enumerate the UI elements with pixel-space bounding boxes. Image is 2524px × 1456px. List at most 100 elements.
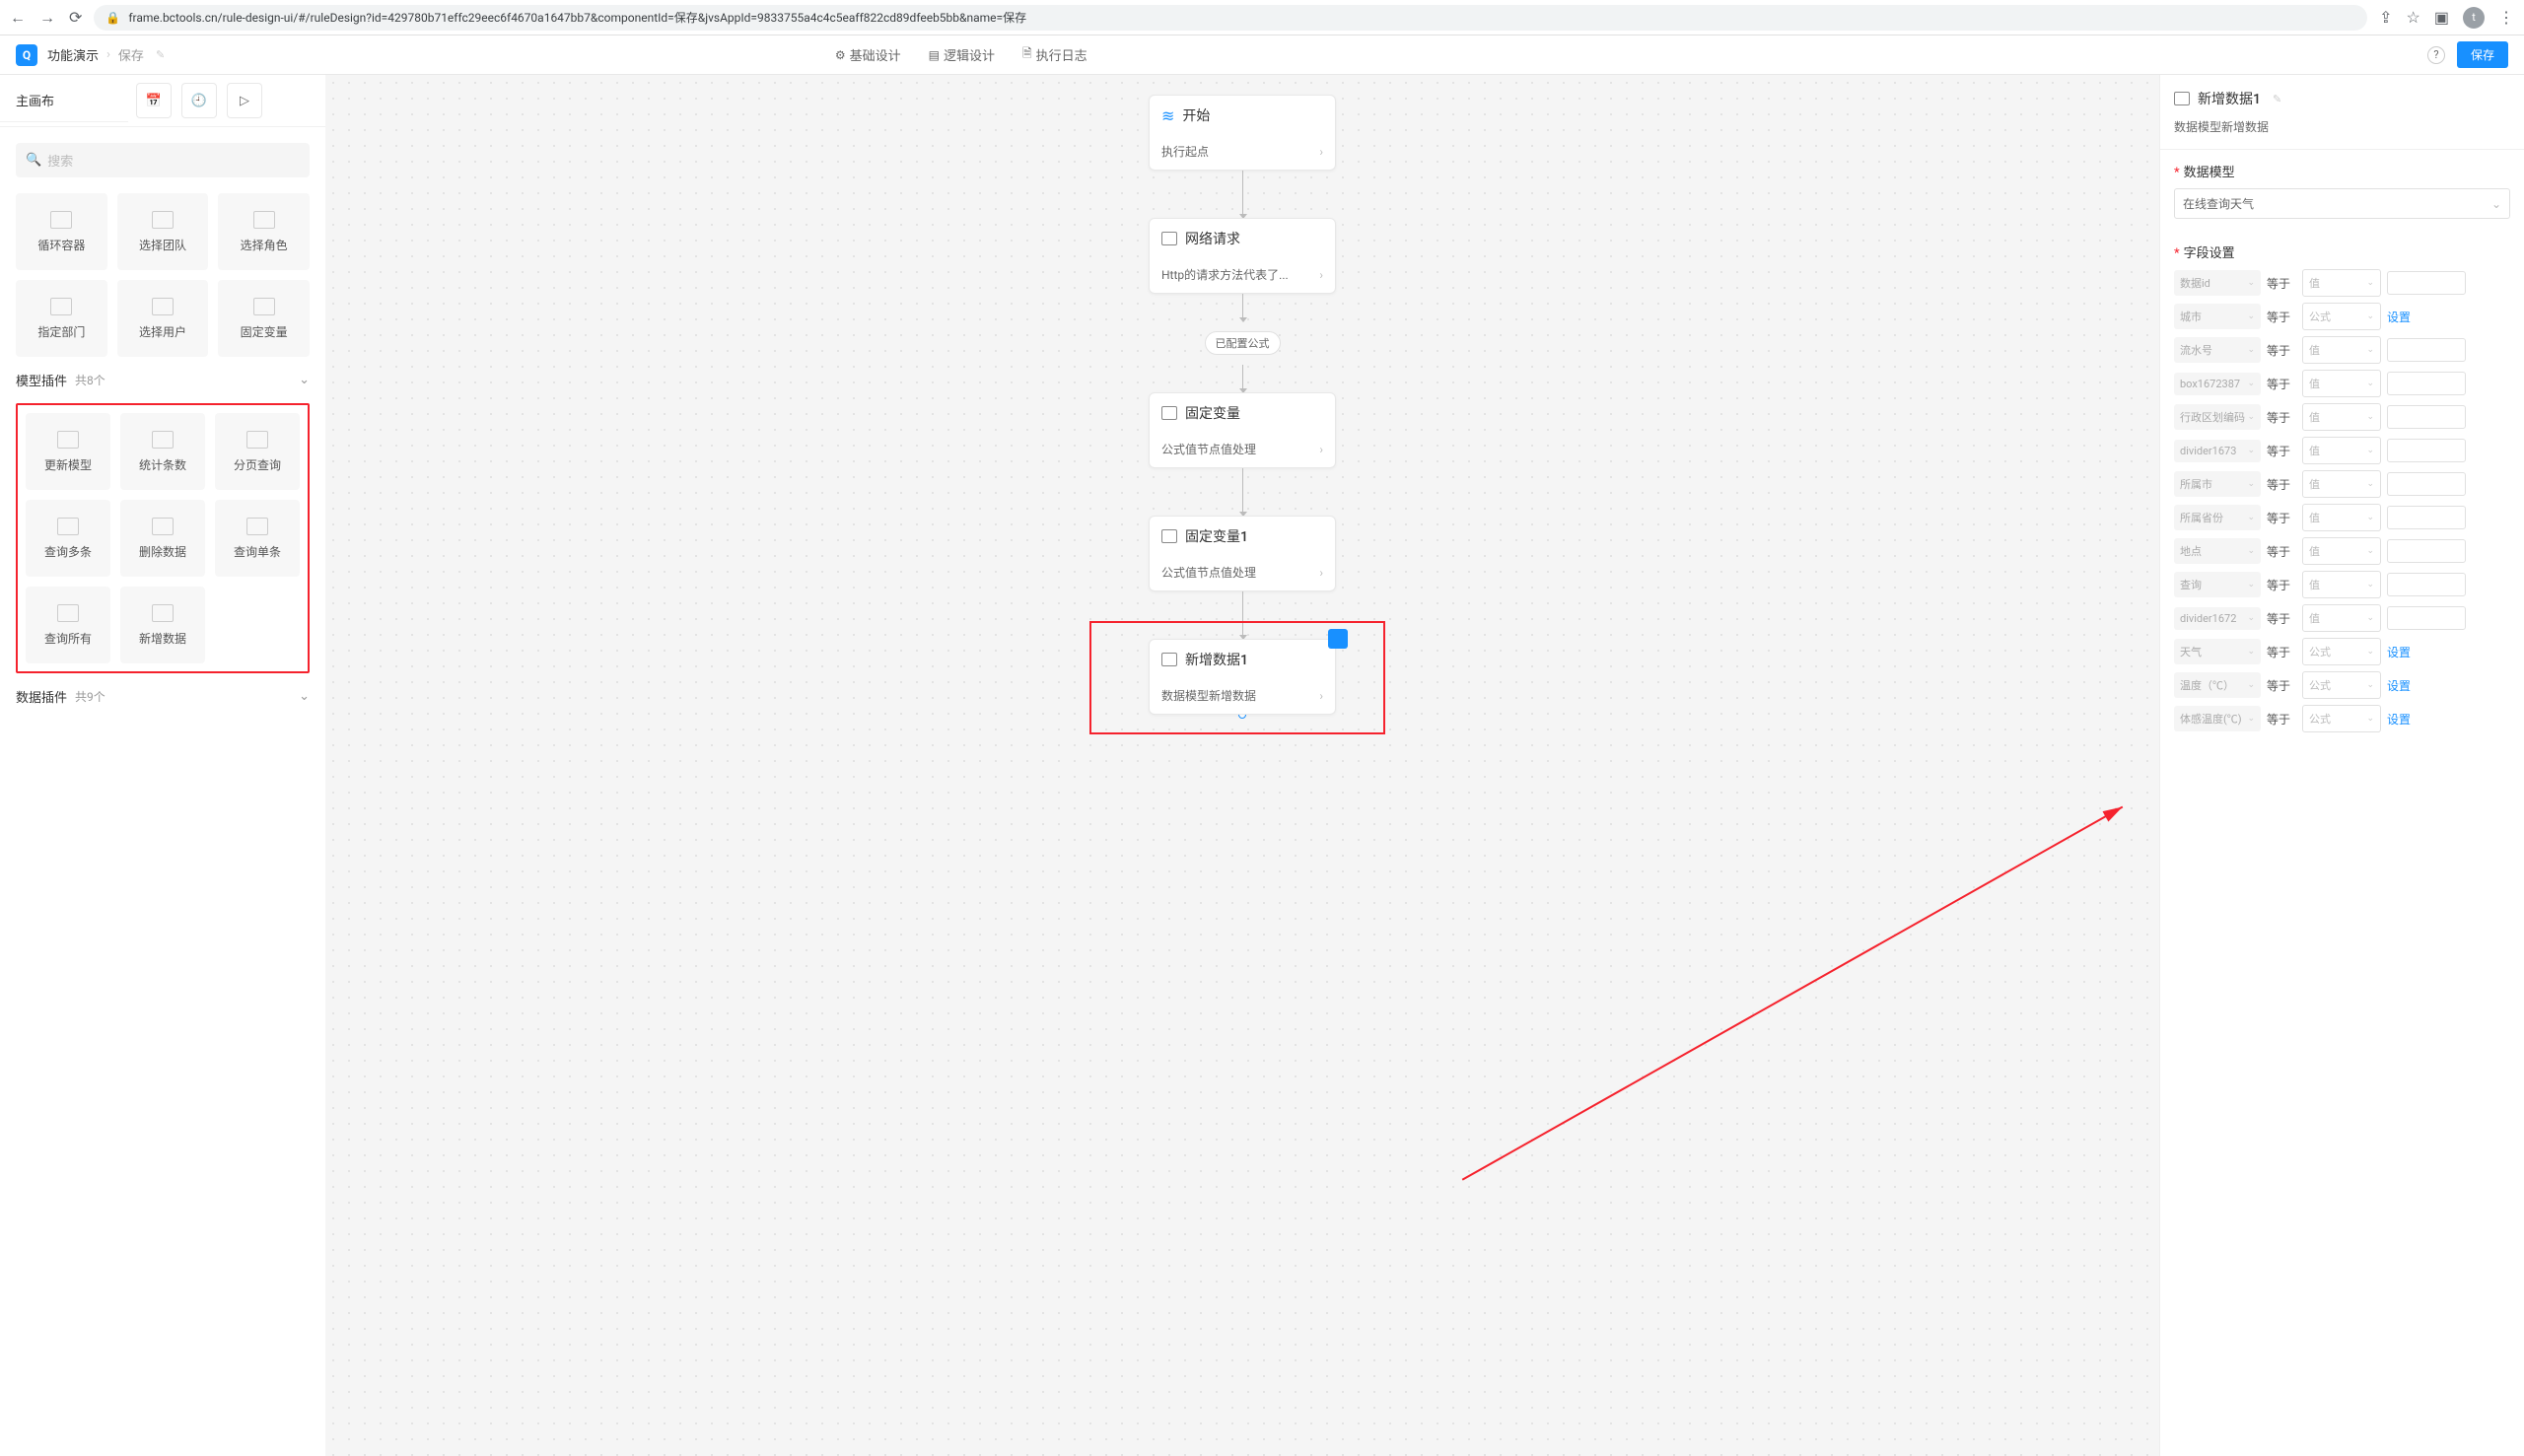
field-row: 城市⌄等于公式⌄设置: [2174, 303, 2510, 330]
field-extra-input[interactable]: [2387, 338, 2466, 362]
set-link[interactable]: 设置: [2387, 711, 2411, 728]
palette-item[interactable]: 选择角色: [218, 193, 310, 270]
field-extra-input[interactable]: [2387, 573, 2466, 596]
formula-chip[interactable]: 已配置公式: [1205, 331, 1281, 355]
tool-calendar-icon[interactable]: 📅: [136, 83, 172, 118]
palette-item[interactable]: 新增数据: [120, 587, 205, 663]
field-value-select[interactable]: 值⌄: [2302, 269, 2381, 297]
field-name-select[interactable]: divider1672⌄: [2174, 607, 2261, 630]
section-data[interactable]: 数据插件 共9个 ⌄: [16, 673, 310, 716]
field-value-select[interactable]: 公式⌄: [2302, 303, 2381, 330]
field-name-select[interactable]: divider1673⌄: [2174, 440, 2261, 462]
star-icon[interactable]: ☆: [2407, 8, 2420, 27]
block-icon: [1161, 653, 1177, 666]
field-value-select[interactable]: 值⌄: [2302, 571, 2381, 598]
section-model[interactable]: 模型插件 共8个 ⌄: [16, 357, 310, 399]
field-value-select[interactable]: 值⌄: [2302, 437, 2381, 464]
flow-node[interactable]: 新增数据1数据模型新增数据›: [1149, 639, 1336, 715]
field-value-select[interactable]: 值⌄: [2302, 504, 2381, 531]
palette-item[interactable]: 查询单条: [215, 500, 300, 577]
field-value-select[interactable]: 值⌄: [2302, 336, 2381, 364]
palette-item[interactable]: 删除数据: [120, 500, 205, 577]
set-link[interactable]: 设置: [2387, 309, 2411, 325]
set-link[interactable]: 设置: [2387, 644, 2411, 660]
field-name-select[interactable]: 查询⌄: [2174, 572, 2261, 597]
canvas[interactable]: ≋开始执行起点› 网络请求Http的请求方法代表了...› 已配置公式固定变量公式值…: [325, 75, 2159, 1456]
field-value-select[interactable]: 值⌄: [2302, 370, 2381, 397]
field-name-select[interactable]: 地点⌄: [2174, 538, 2261, 564]
set-link[interactable]: 设置: [2387, 677, 2411, 694]
tab-basic[interactable]: ⚙基础设计: [835, 44, 901, 65]
palette-item[interactable]: 选择团队: [117, 193, 209, 270]
field-name-select[interactable]: 体感温度(℃)⌄: [2174, 706, 2261, 731]
palette-item[interactable]: 更新模型: [26, 413, 110, 490]
search-input[interactable]: 🔍 搜索: [16, 143, 310, 177]
tool-clock-icon[interactable]: 🕘: [181, 83, 217, 118]
palette-item[interactable]: 查询所有: [26, 587, 110, 663]
edit-icon[interactable]: ✎: [2273, 93, 2281, 105]
chevron-down-icon: ⌄: [2366, 714, 2374, 724]
block-icon: [253, 298, 275, 315]
field-extra-input[interactable]: [2387, 405, 2466, 429]
save-button[interactable]: 保存: [2457, 41, 2508, 68]
field-extra-input[interactable]: [2387, 439, 2466, 462]
field-value-select[interactable]: 公式⌄: [2302, 638, 2381, 665]
field-extra-input[interactable]: [2387, 271, 2466, 295]
field-value-select[interactable]: 值⌄: [2302, 537, 2381, 565]
flow-node[interactable]: ≋开始执行起点›: [1149, 95, 1336, 171]
url-bar[interactable]: 🔒 frame.bctools.cn/rule-design-ui/#/rule…: [94, 5, 2367, 31]
field-name-select[interactable]: 所属省份⌄: [2174, 505, 2261, 530]
field-value-select[interactable]: 值⌄: [2302, 604, 2381, 632]
field-name-select[interactable]: 城市⌄: [2174, 304, 2261, 329]
field-name-select[interactable]: 所属市⌄: [2174, 471, 2261, 497]
reload-icon[interactable]: ⟳: [69, 8, 82, 28]
help-icon[interactable]: ?: [2427, 46, 2445, 64]
field-op: 等于: [2267, 711, 2296, 728]
field-value-select[interactable]: 值⌄: [2302, 470, 2381, 498]
chevron-down-icon: ⌄: [2247, 412, 2255, 422]
field-extra-input[interactable]: [2387, 606, 2466, 630]
field-value-select[interactable]: 公式⌄: [2302, 671, 2381, 699]
field-name-select[interactable]: 流水号⌄: [2174, 337, 2261, 363]
block-icon: [50, 211, 72, 229]
palette-item[interactable]: 统计条数: [120, 413, 205, 490]
menu-icon[interactable]: ⋮: [2498, 8, 2514, 27]
palette-item[interactable]: 查询多条: [26, 500, 110, 577]
app-header: 功能演示 › 保存 ✎ ⚙基础设计 ▤逻辑设计 🗎执行日志 ? 保存: [0, 35, 2524, 75]
node-action-badge[interactable]: [1328, 629, 1348, 649]
tab-logic[interactable]: ▤逻辑设计: [929, 44, 995, 65]
tab-logs[interactable]: 🗎执行日志: [1022, 44, 1087, 65]
palette-item[interactable]: 指定部门: [16, 280, 107, 357]
field-extra-input[interactable]: [2387, 539, 2466, 563]
avatar[interactable]: t: [2463, 7, 2485, 29]
tool-play-icon[interactable]: ▷: [227, 83, 262, 118]
flow-node[interactable]: 网络请求Http的请求方法代表了...›: [1149, 218, 1336, 294]
field-extra-input[interactable]: [2387, 372, 2466, 395]
nav-icons: ← → ⟳: [10, 8, 82, 28]
field-row: divider1672⌄等于值⌄: [2174, 604, 2510, 632]
canvas-tab[interactable]: 主画布: [0, 79, 128, 122]
field-name-select[interactable]: 数据id⌄: [2174, 270, 2261, 296]
flow-node[interactable]: 固定变量公式值节点值处理›: [1149, 392, 1336, 468]
back-icon[interactable]: ←: [10, 8, 26, 28]
edit-icon[interactable]: ✎: [156, 48, 165, 61]
palette-item[interactable]: 分页查询: [215, 413, 300, 490]
chevron-right-icon: ›: [1319, 145, 1323, 159]
field-extra-input[interactable]: [2387, 472, 2466, 496]
field-value-select[interactable]: 公式⌄: [2302, 705, 2381, 732]
palette-item[interactable]: 固定变量: [218, 280, 310, 357]
field-name-select[interactable]: 天气⌄: [2174, 639, 2261, 664]
panel-icon[interactable]: ▣: [2434, 8, 2449, 27]
field-name-select[interactable]: box1672387⌄: [2174, 373, 2261, 395]
field-name-select[interactable]: 行政区划编码⌄: [2174, 404, 2261, 430]
palette-item[interactable]: 循环容器: [16, 193, 107, 270]
palette-item[interactable]: 选择用户: [117, 280, 209, 357]
flow-node[interactable]: 固定变量1公式值节点值处理›: [1149, 516, 1336, 591]
field-extra-input[interactable]: [2387, 506, 2466, 529]
model-select[interactable]: 在线查询天气⌄: [2174, 188, 2510, 219]
breadcrumb-root[interactable]: 功能演示: [47, 45, 99, 64]
forward-icon[interactable]: →: [39, 8, 55, 28]
share-icon[interactable]: ⇪: [2379, 8, 2392, 27]
field-value-select[interactable]: 值⌄: [2302, 403, 2381, 431]
field-name-select[interactable]: 温度（℃）⌄: [2174, 672, 2261, 698]
